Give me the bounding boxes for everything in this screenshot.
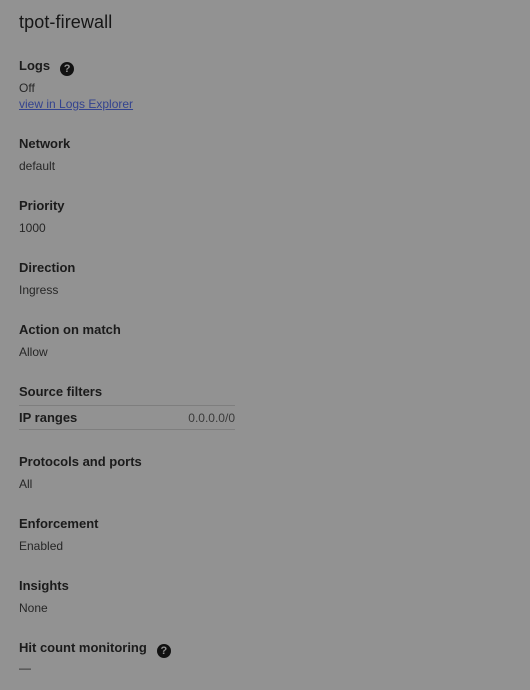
- help-icon[interactable]: ?: [156, 644, 171, 658]
- priority-label: Priority: [19, 198, 65, 213]
- logs-field-label: Logs?: [19, 58, 75, 76]
- protocols-value: All: [19, 477, 33, 491]
- hit-count-value: —: [19, 661, 31, 675]
- ip-ranges-key: IP ranges: [19, 410, 78, 425]
- network-value: default: [19, 159, 56, 173]
- network-label: Network: [19, 136, 71, 151]
- action-value: Allow: [19, 345, 48, 359]
- logs-explorer-link[interactable]: view in Logs Explorer: [19, 97, 133, 112]
- enforcement-value: Enabled: [19, 539, 64, 553]
- logs-label: Logs: [19, 58, 51, 73]
- source-filters-table: IP ranges 0.0.0.0/0: [19, 405, 235, 430]
- insights-label: Insights: [19, 578, 69, 593]
- logs-value: Off: [19, 81, 35, 95]
- page-title: tpot-firewall: [19, 12, 113, 32]
- hit-count-label: Hit count monitoring: [19, 640, 147, 655]
- hit-count-field-label: Hit count monitoring?: [19, 640, 171, 658]
- help-icon[interactable]: ?: [60, 62, 75, 76]
- direction-value: Ingress: [19, 283, 59, 297]
- priority-value: 1000: [19, 221, 46, 235]
- source-filters-label: Source filters: [19, 384, 103, 399]
- ip-ranges-value: 0.0.0.0/0: [188, 411, 235, 425]
- enforcement-label: Enforcement: [19, 516, 99, 531]
- action-label: Action on match: [19, 322, 121, 337]
- protocols-label: Protocols and ports: [19, 454, 142, 469]
- insights-value: None: [19, 601, 48, 615]
- direction-label: Direction: [19, 260, 76, 275]
